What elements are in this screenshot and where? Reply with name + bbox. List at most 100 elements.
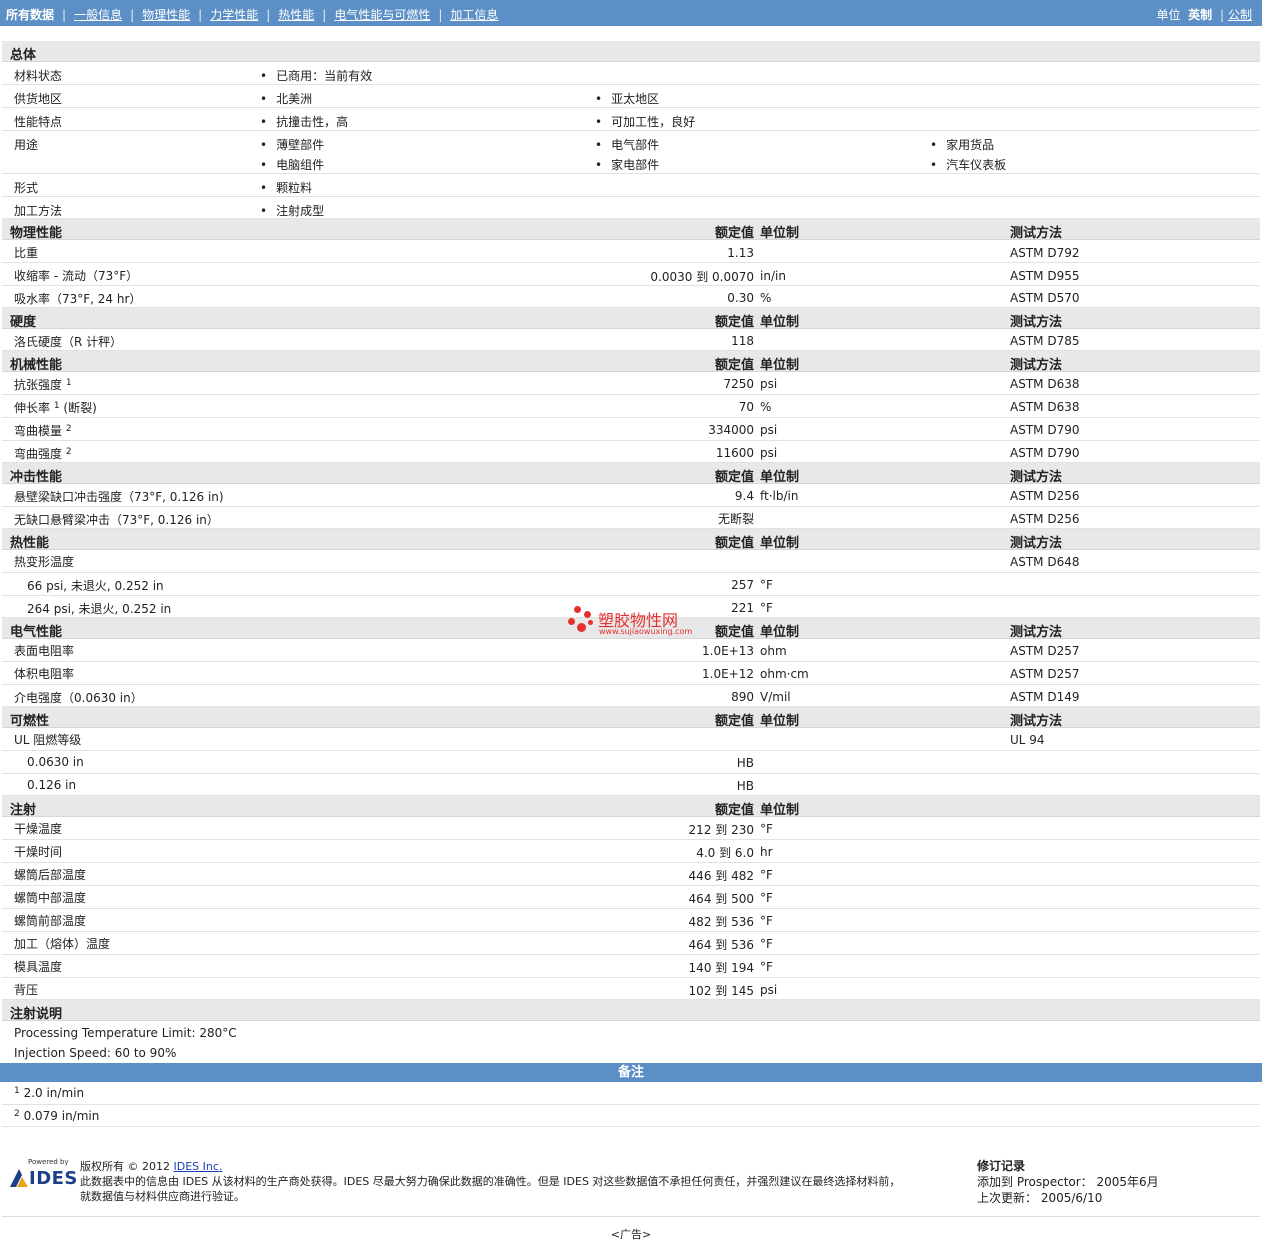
property-unit: °F xyxy=(760,960,773,974)
property-unit: °F xyxy=(760,937,773,951)
nav-general-info[interactable]: 一般信息 xyxy=(74,8,122,22)
row-form: 形式 颗粒料 xyxy=(2,174,1260,197)
disclaimer-line: 此数据表中的信息由 IDES 从该材料的生产商处获得。IDES 尽最大努力确保此… xyxy=(80,1175,901,1188)
property-label: 洛氏硬度（R 计秤） xyxy=(14,335,123,349)
test-method: ASTM D790 xyxy=(1010,446,1080,460)
property-value: 家用货品 xyxy=(930,136,994,153)
test-method: ASTM D256 xyxy=(1010,489,1080,503)
table-row: 悬壁梁缺口冲击强度（73°F, 0.126 in) 9.4 ft·lb/in A… xyxy=(2,484,1260,507)
table-row: 干燥时间 4.0 到 6.0 hr xyxy=(2,840,1260,863)
property-unit: psi xyxy=(760,423,778,437)
revision-title: 修订记录 xyxy=(977,1159,1026,1173)
property-unit: in/in xyxy=(760,269,786,283)
unit-english[interactable]: 英制 xyxy=(1188,8,1212,22)
property-unit: ohm xyxy=(760,644,787,658)
section-title: 物理性能 xyxy=(10,226,63,241)
test-method: ASTM D638 xyxy=(1010,400,1080,414)
property-label: 比重 xyxy=(14,246,39,260)
test-method: ASTM D257 xyxy=(1010,667,1080,681)
property-label: 热变形温度 xyxy=(14,555,75,569)
nav-thermal[interactable]: 热性能 xyxy=(278,8,314,22)
property-value: 212 到 230 xyxy=(688,823,754,837)
section-injection-notes-header: 注射说明 xyxy=(2,1000,1260,1022)
nav-separator: | xyxy=(130,8,135,22)
test-method: ASTM D257 xyxy=(1010,644,1080,658)
property-value: 0.0030 到 0.0070 xyxy=(650,270,754,284)
section-title: 机械性能 xyxy=(10,358,63,373)
property-label: 供货地区 xyxy=(14,92,63,106)
watermark: 塑胶物性网 www.sujiaowuxing.com xyxy=(566,604,706,640)
watermark-url: www.sujiaowuxing.com xyxy=(599,627,693,636)
nav-electrical-flammability[interactable]: 电气性能与可燃性 xyxy=(334,8,430,22)
nav-physical[interactable]: 物理性能 xyxy=(142,8,190,22)
footer: Powered by IDES 版权所有 © 2012 IDES Inc. 此数… xyxy=(2,1150,1260,1212)
section-thermal-header: 热性能 额定值 单位制 测试方法 xyxy=(2,529,1260,551)
test-method: UL 94 xyxy=(1010,733,1045,747)
property-unit: °F xyxy=(760,822,773,836)
table-row: 伸长率 1 (断裂) 70 % ASTM D638 xyxy=(2,395,1260,418)
logo-mark-icon xyxy=(10,1169,28,1187)
table-row: 热变形温度 ASTM D648 xyxy=(2,550,1260,573)
table-row: 弯曲强度 2 11600 psi ASTM D790 xyxy=(2,441,1260,463)
nav-separator: | xyxy=(322,8,327,22)
property-value: 464 到 536 xyxy=(688,938,754,952)
property-value: 汽车仪表板 xyxy=(930,156,1006,173)
nav-processing[interactable]: 加工信息 xyxy=(450,8,498,22)
property-unit: V/mil xyxy=(760,690,791,704)
property-value: 电气部件 xyxy=(595,136,659,153)
table-row: 弯曲模量 2 334000 psi ASTM D790 xyxy=(2,418,1260,441)
table-row: 模具温度 140 到 194 °F xyxy=(2,955,1260,978)
company-link[interactable]: IDES Inc. xyxy=(174,1160,223,1173)
footnote-ref: 1 xyxy=(65,378,72,388)
property-value: 1.0E+12 xyxy=(702,667,754,681)
copyright-line: 版权所有 © 2012 IDES Inc. xyxy=(80,1159,900,1174)
property-label: 66 psi, 未退火, 0.252 in xyxy=(27,579,164,593)
property-value: 无断裂 xyxy=(717,512,754,526)
copyright-text: 版权所有 © 2012 xyxy=(80,1160,170,1173)
property-value: 446 到 482 xyxy=(688,869,754,883)
nav-separator: | xyxy=(198,8,203,22)
logo-text: IDES xyxy=(29,1168,78,1189)
property-value: 北美洲 xyxy=(260,90,312,107)
property-value: 334000 xyxy=(708,423,754,437)
property-label-text: 伸长率 xyxy=(14,401,51,415)
property-label: 0.0630 in xyxy=(27,755,84,769)
property-label: 体积电阻率 xyxy=(14,667,75,681)
row-supply-region: 供货地区 北美洲 亚太地区 xyxy=(2,85,1260,108)
logo-powered-by: Powered by xyxy=(28,1158,69,1166)
section-hardness-header: 硬度 额定值 单位制 测试方法 xyxy=(2,308,1260,330)
property-label: 无缺口悬臂梁冲击（73°F, 0.126 in） xyxy=(14,513,219,527)
property-value: 118 xyxy=(731,334,754,348)
unit-metric-link[interactable]: 公制 xyxy=(1228,8,1252,22)
nav-mechanical[interactable]: 力学性能 xyxy=(210,8,258,22)
property-value: 已商用：当前有效 xyxy=(260,67,372,84)
col-header-method: 测试方法 xyxy=(1010,315,1063,330)
property-label-suffix: (断裂) xyxy=(63,401,97,415)
section-title: 注射说明 xyxy=(10,1007,63,1022)
property-unit: psi xyxy=(760,446,778,460)
nav-all-data[interactable]: 所有数据 xyxy=(6,8,54,22)
ad-label[interactable]: <广告> xyxy=(0,1226,1262,1242)
col-header-method: 测试方法 xyxy=(1010,470,1063,485)
property-label: 背压 xyxy=(14,983,39,997)
footnote-ref: 1 xyxy=(53,401,60,411)
property-value: 亚太地区 xyxy=(595,90,659,107)
property-label: 用途 xyxy=(14,138,39,152)
table-row: 吸水率（73°F, 24 hr） 0.30 % ASTM D570 xyxy=(2,286,1260,308)
property-label: 形式 xyxy=(14,181,39,195)
property-value: 可加工性，良好 xyxy=(595,113,695,130)
table-row: 螺筒后部温度 446 到 482 °F xyxy=(2,863,1260,886)
table-row: 0.0630 in HB xyxy=(2,751,1260,774)
property-label: 悬壁梁缺口冲击强度（73°F, 0.126 in) xyxy=(14,490,224,504)
row-uses: 用途 薄壁部件 电气部件 家用货品 电脑组件 家电部件 汽车仪表板 xyxy=(2,131,1260,174)
table-row: 抗张强度 1 7250 psi ASTM D638 xyxy=(2,372,1260,395)
col-header-unit: 单位制 xyxy=(760,358,800,373)
section-title: 可燃性 xyxy=(10,714,50,729)
table-row: 收缩率 - 流动（73°F） 0.0030 到 0.0070 in/in AST… xyxy=(2,263,1260,286)
property-label: UL 阻燃等级 xyxy=(14,733,82,747)
property-unit: ft·lb/in xyxy=(760,489,799,503)
property-label: 干燥时间 xyxy=(14,845,63,859)
table-row: 无缺口悬臂梁冲击（73°F, 0.126 in） 无断裂 ASTM D256 xyxy=(2,507,1260,529)
col-header-unit: 单位制 xyxy=(760,315,800,330)
section-flammability-header: 可燃性 额定值 单位制 测试方法 xyxy=(2,707,1260,729)
